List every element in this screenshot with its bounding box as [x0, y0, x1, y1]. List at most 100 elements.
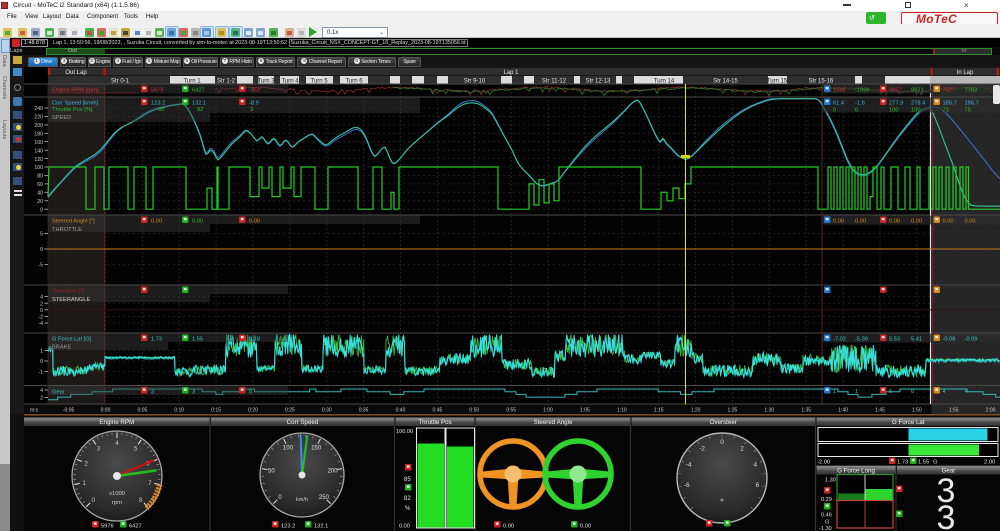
- svg-text:0.00: 0.00: [503, 524, 514, 530]
- svg-text:-0:05: -0:05: [63, 408, 75, 414]
- svg-text:G Force Lat: G Force Lat: [892, 419, 925, 426]
- svg-text:x1000: x1000: [109, 491, 125, 497]
- svg-text:In Lap: In Lap: [957, 70, 974, 76]
- svg-text:1:15: 1:15: [654, 408, 664, 414]
- svg-text:0.00: 0.00: [580, 524, 591, 530]
- svg-text:0.00: 0.00: [965, 219, 976, 225]
- svg-text:82: 82: [197, 107, 203, 113]
- svg-text:120: 120: [34, 157, 43, 163]
- svg-text:0.00: 0.00: [399, 524, 410, 530]
- svg-text:0:45: 0:45: [433, 408, 443, 414]
- svg-text:1:35: 1:35: [801, 408, 811, 414]
- svg-text:82: 82: [404, 496, 411, 502]
- svg-text:-4: -4: [38, 321, 43, 327]
- svg-text:73: 73: [943, 108, 949, 114]
- svg-text:0:00: 0:00: [101, 408, 111, 414]
- svg-text:8: 8: [139, 497, 143, 504]
- svg-text:100: 100: [283, 446, 294, 452]
- svg-text:278.4: 278.4: [911, 101, 925, 107]
- svg-text:G Force Lat [G]: G Force Lat [G]: [52, 337, 92, 343]
- svg-text:0.00: 0.00: [192, 219, 203, 225]
- svg-text:G: G: [825, 520, 829, 526]
- svg-text:50: 50: [268, 468, 275, 474]
- svg-text:0: 0: [720, 439, 724, 446]
- svg-text:132.1: 132.1: [314, 524, 328, 530]
- svg-text:STEERANGLE: STEERANGLE: [52, 297, 90, 303]
- svg-text:5976: 5976: [151, 88, 164, 94]
- svg-text:6: 6: [911, 389, 914, 395]
- svg-text:2: 2: [40, 301, 43, 307]
- svg-text:-0.08: -0.08: [943, 337, 956, 343]
- svg-text:7827: 7827: [943, 88, 956, 94]
- svg-text:277.9: 277.9: [889, 101, 903, 107]
- svg-text:0: 0: [92, 497, 96, 504]
- svg-text:1:05: 1:05: [580, 408, 590, 414]
- svg-text:160: 160: [34, 140, 43, 146]
- svg-text:1.55: 1.55: [192, 337, 203, 343]
- svg-text:0:40: 0:40: [396, 408, 406, 414]
- svg-text:20: 20: [37, 199, 43, 205]
- svg-text:1: 1: [82, 480, 86, 487]
- svg-text:80: 80: [37, 174, 43, 180]
- svg-text:200: 200: [328, 468, 339, 474]
- svg-text:1:50: 1:50: [912, 408, 922, 414]
- svg-text:3: 3: [151, 390, 154, 396]
- svg-text:-8.9: -8.9: [249, 101, 259, 107]
- svg-text:240: 240: [34, 106, 43, 112]
- svg-text:3: 3: [937, 499, 956, 531]
- svg-text:-0.09: -0.09: [965, 337, 978, 343]
- svg-text:150: 150: [311, 446, 322, 452]
- svg-text:-5.39: -5.39: [855, 337, 868, 343]
- svg-text:6427: 6427: [192, 88, 205, 94]
- svg-text:123.2: 123.2: [281, 524, 295, 530]
- svg-text:3: 3: [192, 390, 195, 396]
- svg-text:0.00: 0.00: [833, 219, 844, 225]
- svg-text:9967: 9967: [889, 88, 902, 94]
- svg-text:4: 4: [753, 461, 757, 468]
- svg-text:1568: 1568: [833, 88, 846, 94]
- svg-text:0.00: 0.00: [943, 219, 954, 225]
- svg-text:1:40: 1:40: [838, 408, 848, 414]
- svg-text:0: 0: [833, 108, 836, 114]
- svg-text:0:50: 0:50: [469, 408, 479, 414]
- svg-text:0: 0: [249, 390, 252, 396]
- svg-text:140: 140: [34, 148, 43, 154]
- svg-text:85: 85: [158, 107, 164, 113]
- svg-text:0: 0: [40, 247, 43, 253]
- svg-text:1:25: 1:25: [728, 408, 738, 414]
- svg-text:km/h: km/h: [296, 497, 308, 503]
- svg-text:2:00: 2:00: [986, 408, 996, 414]
- svg-text:60: 60: [37, 182, 43, 188]
- svg-text:Corr Speed [km/h]: Corr Speed [km/h]: [52, 101, 99, 107]
- svg-text:Out Lap: Out Lap: [65, 70, 87, 76]
- svg-text:85: 85: [404, 477, 411, 483]
- svg-text:0.00: 0.00: [151, 219, 162, 225]
- svg-text:1.73: 1.73: [151, 337, 162, 343]
- svg-text:0: 0: [40, 308, 43, 314]
- svg-text:0.46: 0.46: [821, 513, 832, 519]
- svg-text:4: 4: [40, 388, 43, 394]
- svg-text:6: 6: [889, 389, 892, 395]
- svg-text:1:00: 1:00: [543, 408, 553, 414]
- svg-text:-452: -452: [249, 88, 260, 94]
- svg-text:0.18: 0.18: [249, 337, 260, 343]
- svg-text:1.55: 1.55: [918, 460, 929, 466]
- svg-text:186.7: 186.7: [965, 101, 979, 107]
- svg-text:0:05: 0:05: [138, 408, 148, 414]
- svg-text:-1.30: -1.30: [819, 526, 832, 531]
- svg-text:-1.6: -1.6: [855, 101, 865, 107]
- svg-text:1:45: 1:45: [875, 408, 885, 414]
- svg-text:200: 200: [34, 123, 43, 129]
- svg-text:4: 4: [115, 440, 119, 447]
- svg-text:4: 4: [40, 295, 43, 301]
- svg-text:0.00: 0.00: [889, 219, 900, 225]
- svg-text:100.00: 100.00: [396, 429, 413, 435]
- svg-text:-7.02: -7.02: [833, 337, 846, 343]
- svg-text:0:35: 0:35: [359, 408, 369, 414]
- svg-text:0: 0: [40, 207, 43, 213]
- svg-text:5976: 5976: [101, 524, 114, 530]
- svg-text:G Force Long: G Force Long: [837, 468, 875, 475]
- svg-text:Steered Angle: Steered Angle: [534, 419, 573, 426]
- svg-text:0:25: 0:25: [285, 408, 295, 414]
- svg-text:5: 5: [134, 446, 138, 453]
